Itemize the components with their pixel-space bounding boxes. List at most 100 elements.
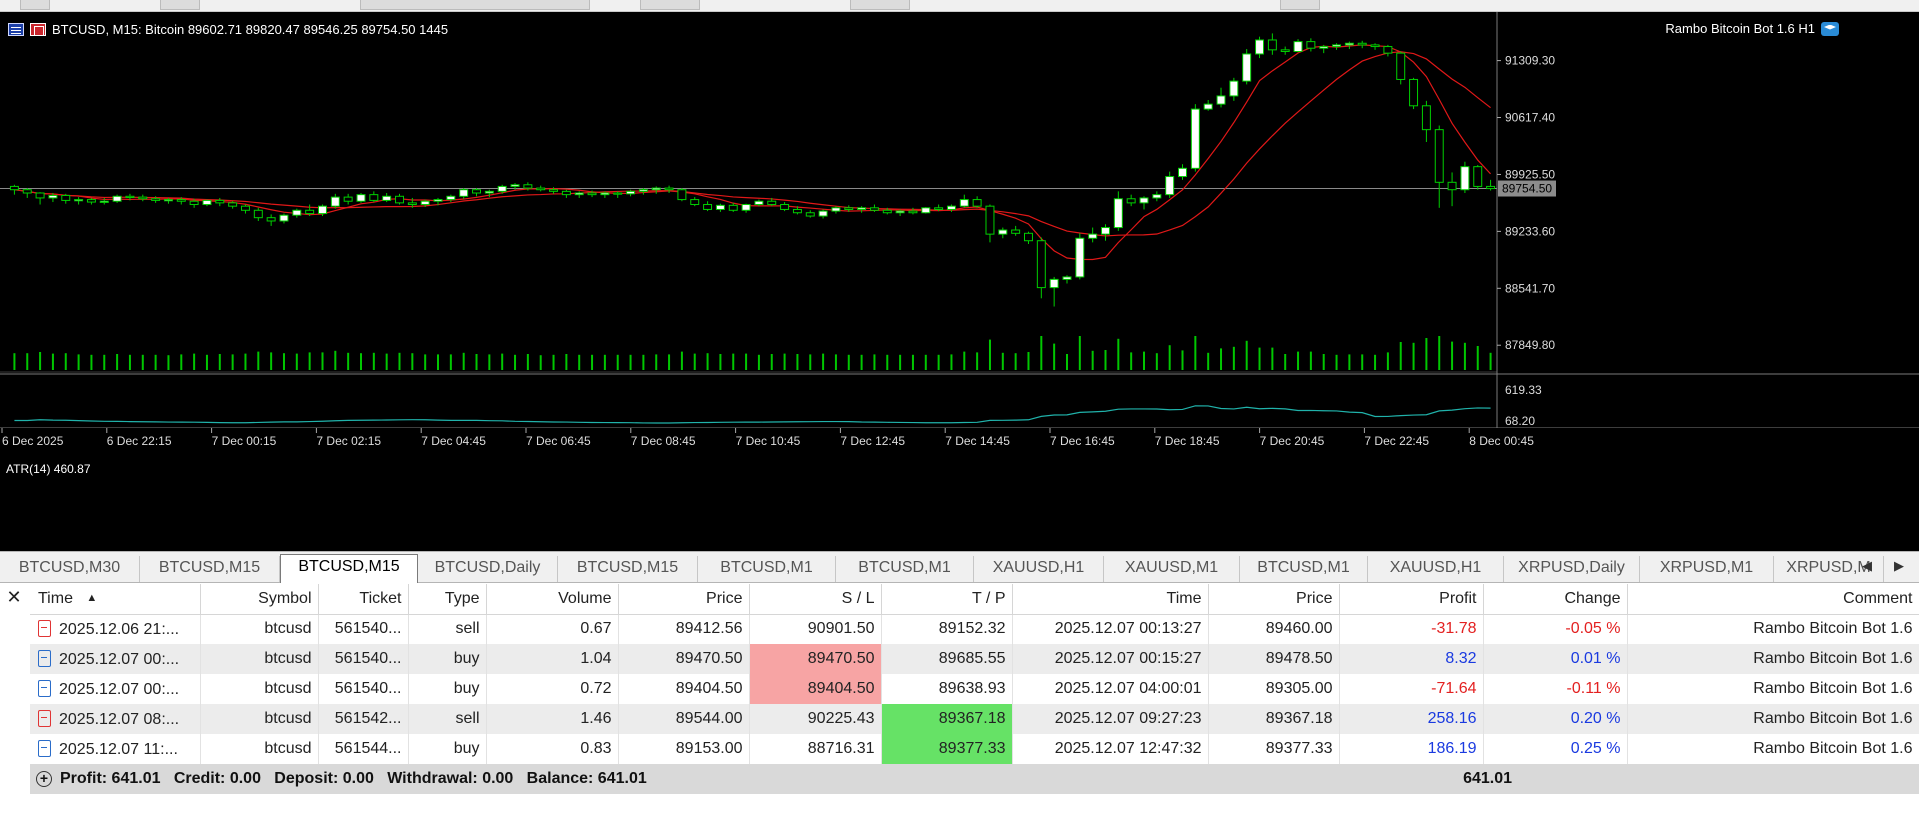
candle-body [35, 192, 45, 199]
table-row[interactable]: 2025.12.07 11:... btcusd 561544... buy 0.83 8… [30, 734, 1919, 764]
candle-body [741, 204, 751, 211]
column-header-profit[interactable]: Profit [1339, 584, 1484, 615]
chart-tab[interactable]: XAUUSD,H1 [974, 556, 1104, 582]
expand-icon[interactable]: + [36, 771, 52, 787]
candle-body [1306, 41, 1316, 49]
candle-body [754, 200, 764, 206]
candle-body [561, 190, 571, 196]
chart-tab[interactable]: BTCUSD,M15 [140, 556, 280, 582]
cell-ticket: 561542... [318, 704, 409, 734]
candle-body [677, 189, 687, 201]
candle-body [279, 214, 289, 222]
cell-comment: Rambo Bitcoin Bot 1.6 [1627, 674, 1919, 704]
candle-body [1113, 198, 1123, 229]
column-header-tp[interactable]: T / P [881, 584, 1013, 615]
chart-tab[interactable]: BTCUSD,M1 [1240, 556, 1368, 582]
column-header-price[interactable]: Price [618, 584, 750, 615]
chart-tab[interactable]: BTCUSD,Daily [418, 556, 558, 582]
cell-close-time: 2025.12.07 09:27:23 [1012, 704, 1209, 734]
cell-profit: 8.32 [1339, 644, 1484, 674]
chart-tab[interactable]: BTCUSD,M15 [558, 556, 698, 582]
tabs-next-arrow-icon[interactable]: ▶ [1894, 558, 1904, 574]
toolbar-strip [0, 0, 1919, 12]
candle-body [1447, 181, 1457, 191]
open-time-text: 2025.12.07 08:... [59, 710, 180, 728]
candle-body [22, 189, 32, 194]
toolbar-button[interactable] [640, 0, 700, 10]
cell-open-time: 2025.12.07 00:... [30, 674, 201, 704]
cell-ticket: 561540... [318, 674, 409, 704]
candle-body [382, 195, 392, 201]
column-header-sl[interactable]: S / L [749, 584, 882, 615]
candle-body [1344, 42, 1354, 46]
candle-body [292, 209, 302, 216]
candle-body [767, 200, 777, 206]
candle-body [9, 185, 19, 191]
table-row[interactable]: 2025.12.07 08:... btcusd 561542... sell 1.46… [30, 704, 1919, 734]
cell-close-time: 2025.12.07 00:15:27 [1012, 644, 1209, 674]
candle-body [921, 207, 931, 214]
cell-symbol: btcusd [200, 614, 319, 644]
column-header-type[interactable]: Type [408, 584, 487, 615]
candle-body [869, 207, 879, 211]
expert-advisor-label[interactable]: Rambo Bitcoin Bot 1.6 H1 [1665, 21, 1839, 36]
table-row[interactable]: 2025.12.07 00:... btcusd 561540... buy 0.72 8… [30, 674, 1919, 704]
cell-sl: 89404.50 [749, 674, 882, 704]
close-icon[interactable]: ✕ [4, 588, 24, 608]
candle-body [318, 205, 327, 215]
price-tick-label: 89233.60 [1505, 224, 1555, 238]
chart-tab[interactable]: BTCUSD,M1 [698, 556, 836, 582]
candle-body [1357, 42, 1367, 46]
atr-line [14, 405, 1491, 424]
cell-profit: -71.64 [1339, 674, 1484, 704]
table-row[interactable]: 2025.12.07 00:... btcusd 561540... buy 1.04 8… [30, 644, 1919, 674]
candle-body [805, 212, 815, 217]
candle-body [1421, 105, 1431, 131]
toolbar-button[interactable] [1280, 0, 1320, 10]
chart-tab[interactable]: BTCUSD,M1 [836, 556, 974, 582]
toolbar-button[interactable] [160, 0, 200, 10]
cell-close-time: 2025.12.07 00:13:27 [1012, 614, 1209, 644]
time-tick-label: 7 Dec 16:45 [1050, 434, 1115, 448]
table-row[interactable]: 2025.12.06 21:... btcusd 561540... sell 0.67… [30, 614, 1919, 644]
chart-tab[interactable]: BTCUSD,M15 [280, 554, 418, 583]
column-header-close-price[interactable]: Price [1208, 584, 1340, 615]
candle-body [1023, 232, 1033, 242]
candle-body [895, 210, 905, 214]
column-header-change[interactable]: Change [1483, 584, 1628, 615]
chart-tab[interactable]: XRPUSD,Daily [1504, 556, 1640, 582]
toolbar-button[interactable] [850, 0, 910, 10]
column-header-time[interactable]: Time ▲ [30, 584, 201, 615]
column-header-comment[interactable]: Comment [1627, 584, 1919, 615]
candle-body [818, 210, 828, 217]
toolbar-button[interactable] [360, 0, 590, 10]
cell-volume: 0.67 [486, 614, 619, 644]
candle-body [1165, 176, 1175, 196]
chart-tab[interactable]: XAUUSD,H1 [1368, 556, 1504, 582]
column-header-symbol[interactable]: Symbol [200, 584, 319, 615]
cell-comment: Rambo Bitcoin Bot 1.6 [1627, 704, 1919, 734]
chart-menu-icon[interactable] [8, 23, 24, 36]
history-panel: ✕ Time ▲ Symbol Ticket Type Volume Price… [0, 584, 1919, 831]
chart-tab[interactable]: BTCUSD,M30 [0, 556, 140, 582]
chart-tab[interactable]: XRPUSD,M1 [1640, 556, 1774, 582]
candle-body [74, 199, 84, 202]
candle-body [240, 205, 250, 211]
candle-body [574, 192, 584, 196]
candle-body [1293, 41, 1303, 52]
chart-tab[interactable]: XAUUSD,M1 [1104, 556, 1240, 582]
price-chart[interactable]: 91309.30 90617.40 89925.50 89233.60 88541.70… [0, 12, 1919, 551]
candle-body [792, 208, 802, 214]
column-header-close-time[interactable]: Time [1012, 584, 1209, 615]
cell-profit: 258.16 [1339, 704, 1484, 734]
column-header-volume[interactable]: Volume [486, 584, 619, 615]
column-header-ticket[interactable]: Ticket [318, 584, 409, 615]
cell-profit: 186.19 [1339, 734, 1484, 764]
cell-ticket: 561544... [318, 734, 409, 764]
open-time-text: 2025.12.07 11:... [59, 740, 178, 758]
tabs-prev-arrow-icon[interactable]: ◀ [1862, 558, 1872, 574]
candle-body [985, 205, 995, 235]
cell-symbol: btcusd [200, 734, 319, 764]
candle-body [253, 209, 263, 219]
toolbar-button[interactable] [20, 0, 50, 10]
